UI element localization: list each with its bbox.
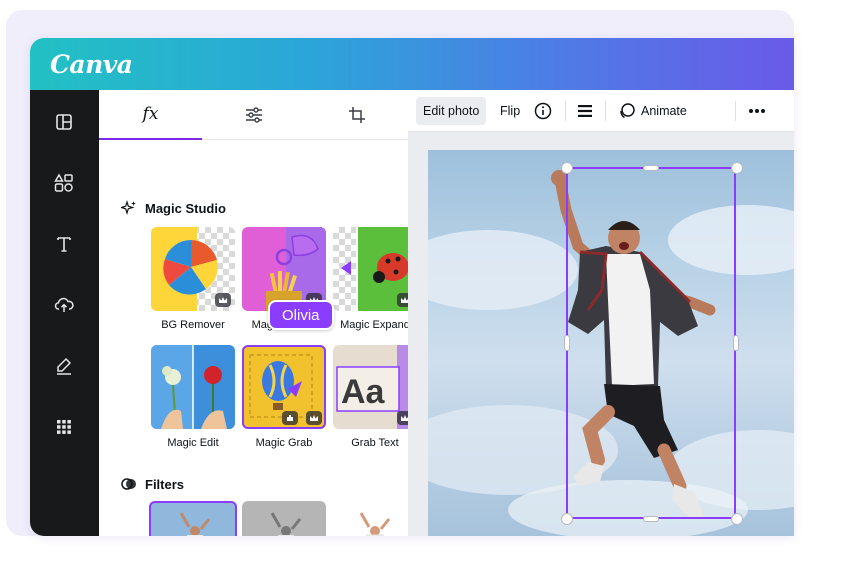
effects-panel: fx Magic Studio BG Remover Magic Magic E… <box>99 90 417 536</box>
stage: Canva fx Magic Studio BG Remover Magic M… <box>0 0 859 577</box>
edit-photo-button[interactable]: Edit photo <box>416 97 487 125</box>
adjust-sliders-icon <box>245 107 262 123</box>
resize-handle-bottom-left[interactable] <box>562 514 572 524</box>
jumping-man-thumbnail <box>270 512 302 536</box>
side-rail <box>30 90 99 536</box>
resize-handle-bottom[interactable] <box>644 517 658 521</box>
tool-label: Magic Grab <box>255 437 313 449</box>
tool-magic-edit[interactable] <box>151 345 235 429</box>
premium-crown-badge <box>215 293 231 307</box>
filters-heading: Filters <box>121 476 184 492</box>
upload-cloud-icon <box>54 297 74 312</box>
animate-label: Animate <box>641 104 687 118</box>
tool-magic-expand[interactable] <box>333 227 417 311</box>
rail-item-draw[interactable] <box>48 350 80 382</box>
jumping-man-thumbnail <box>179 512 211 536</box>
tool-bg-remover[interactable] <box>151 227 235 311</box>
tab-crop[interactable] <box>305 90 408 140</box>
magic-grab-badge <box>282 411 298 425</box>
rail-item-design[interactable] <box>48 106 80 138</box>
canvas-photo[interactable] <box>428 150 794 536</box>
resize-handle-bottom-right[interactable] <box>732 514 742 524</box>
premium-crown-badge <box>306 411 322 425</box>
filters-title: Filters <box>145 476 185 492</box>
tab-adjust[interactable] <box>202 90 305 140</box>
panel-tabs: fx <box>99 90 408 140</box>
tab-effects-label: fx <box>142 104 159 124</box>
info-icon <box>534 102 552 120</box>
tool-grab-text[interactable]: Aa <box>333 345 417 429</box>
crop-icon <box>348 107 365 123</box>
resize-handle-top-right[interactable] <box>732 163 742 173</box>
resize-handle-top-left[interactable] <box>562 163 572 173</box>
filter-original[interactable] <box>149 501 237 536</box>
collaborator-cursor-tag: Olivia <box>268 300 334 330</box>
tab-effects[interactable]: fx <box>99 90 202 140</box>
canva-editor-window: Canva fx Magic Studio BG Remover Magic M… <box>30 38 794 536</box>
rail-item-apps[interactable] <box>48 411 80 443</box>
rail-item-elements[interactable] <box>48 167 80 199</box>
lines-icon <box>578 105 592 117</box>
resize-handle-left[interactable] <box>565 336 569 350</box>
resize-handle-top[interactable] <box>644 166 658 170</box>
tool-magic-eraser[interactable] <box>242 227 326 311</box>
tool-magic-grab[interactable] <box>242 345 326 429</box>
flowers-image <box>151 345 235 429</box>
jumping-man-thumbnail <box>359 512 391 536</box>
crown-icon <box>310 415 318 421</box>
canva-logo[interactable]: Canva <box>50 50 133 79</box>
canvas-area <box>408 132 794 536</box>
rail-item-text[interactable] <box>48 228 80 260</box>
elements-icon <box>54 173 73 192</box>
top-bar: Canva <box>30 38 794 90</box>
tool-label: Magic Edit <box>167 437 219 449</box>
svg-text:Aa: Aa <box>341 373 386 411</box>
more-dots-icon <box>749 109 765 113</box>
toolbar-divider <box>735 101 736 121</box>
tool-label: BG Remover <box>161 319 225 331</box>
sparkle-icon <box>121 200 136 216</box>
resize-handle-right[interactable] <box>734 336 738 350</box>
context-toolbar: Edit photo Flip Animate <box>408 90 794 132</box>
animate-button[interactable]: Animate <box>611 97 694 125</box>
filters-icon <box>121 478 136 490</box>
info-button[interactable] <box>527 97 559 125</box>
magic-studio-title: Magic Studio <box>145 200 226 216</box>
crown-icon <box>219 297 227 303</box>
apps-grid-icon <box>57 420 71 434</box>
filter-bright[interactable] <box>333 501 417 536</box>
toolbar-divider <box>565 101 566 121</box>
selection-frame[interactable] <box>566 167 736 519</box>
animate-icon <box>620 103 635 119</box>
text-icon <box>57 237 71 252</box>
more-options-button[interactable] <box>741 97 773 125</box>
magic-studio-heading: Magic Studio <box>121 200 226 216</box>
draw-icon <box>57 357 72 375</box>
toolbar-divider <box>605 101 606 121</box>
filter-mono[interactable] <box>242 501 326 536</box>
flip-button[interactable]: Flip <box>493 97 527 125</box>
hand-grab-icon <box>287 415 293 421</box>
position-button[interactable] <box>570 97 600 125</box>
rail-item-uploads[interactable] <box>48 289 80 321</box>
layout-icon <box>56 114 72 130</box>
